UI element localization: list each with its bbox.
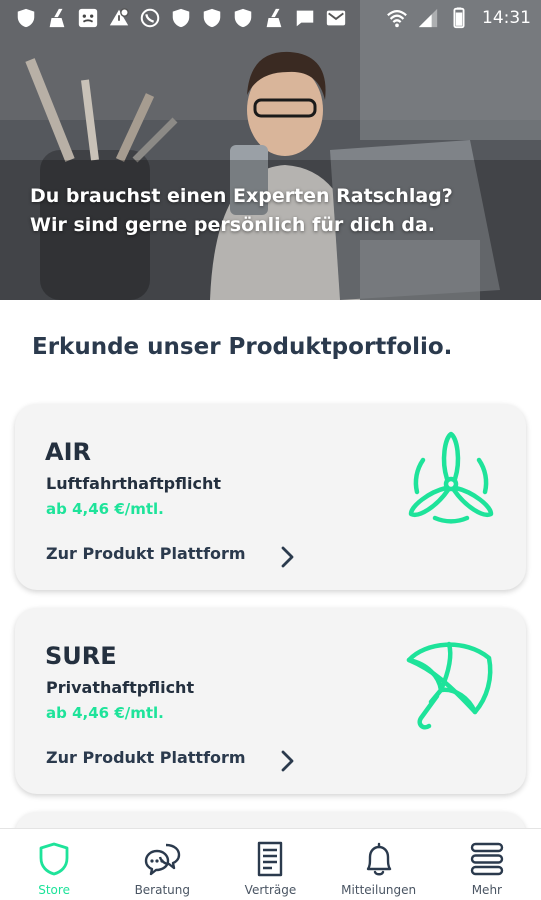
hero-line-2: Wir sind gerne persönlich für dich da. bbox=[30, 214, 436, 236]
nav-label: Verträge bbox=[244, 883, 297, 897]
chevron-right-icon[interactable] bbox=[277, 748, 297, 774]
signal-icon bbox=[416, 6, 440, 30]
bell-icon bbox=[366, 842, 391, 876]
shield-icon bbox=[14, 6, 38, 30]
mail-icon bbox=[324, 6, 348, 30]
shield-icon bbox=[200, 6, 224, 30]
nav-label: Beratung bbox=[134, 883, 190, 897]
alert-icon bbox=[107, 6, 131, 30]
hero-line-1: Du brauchst einen Experten Ratschlag? bbox=[30, 185, 453, 207]
product-platform-link[interactable]: Zur Produkt Plattform bbox=[46, 544, 246, 563]
umbrella-icon bbox=[406, 641, 493, 730]
bottom-navigation: Store Beratung Verträge Mitteilungen Meh… bbox=[0, 828, 541, 900]
nav-label: Mitteilungen bbox=[341, 883, 417, 897]
chevron-right-icon[interactable] bbox=[277, 544, 297, 570]
nav-label: Mehr bbox=[471, 883, 502, 897]
nav-store[interactable]: Store bbox=[4, 829, 104, 897]
nav-mehr[interactable]: Mehr bbox=[437, 829, 537, 897]
shield-icon bbox=[39, 842, 69, 876]
battery-icon bbox=[447, 6, 471, 30]
menu-icon bbox=[470, 842, 504, 876]
product-card-sure[interactable]: SURE Privathaftpflicht ab 4,46 €/mtl. Zu… bbox=[15, 608, 526, 794]
system-icons: 14:31 bbox=[385, 6, 531, 30]
product-name: AIR bbox=[45, 438, 91, 466]
nav-label: Store bbox=[38, 883, 70, 897]
product-card-air[interactable]: AIR Luftfahrthaftpflicht ab 4,46 €/mtl. … bbox=[15, 404, 526, 590]
product-subtitle: Luftfahrthaftpflicht bbox=[46, 474, 221, 493]
product-price: ab 4,46 €/mtl. bbox=[46, 500, 164, 518]
status-bar: 14:31 bbox=[0, 0, 541, 36]
product-platform-link[interactable]: Zur Produkt Plattform bbox=[46, 748, 246, 767]
hero-text: Du brauchst einen Experten Ratschlag? Wi… bbox=[30, 182, 520, 240]
shield-icon bbox=[231, 6, 255, 30]
propeller-icon bbox=[408, 431, 494, 524]
shield-icon bbox=[169, 6, 193, 30]
status-time: 14:31 bbox=[482, 8, 531, 28]
document-icon bbox=[258, 841, 283, 877]
whatsapp-icon bbox=[138, 6, 162, 30]
nav-vertraege[interactable]: Verträge bbox=[220, 829, 320, 897]
hero-banner[interactable]: Du brauchst einen Experten Ratschlag? Wi… bbox=[0, 0, 541, 300]
face-icon bbox=[76, 6, 100, 30]
product-price: ab 4,46 €/mtl. bbox=[46, 704, 164, 722]
notification-icons bbox=[14, 6, 348, 30]
broom-icon bbox=[45, 6, 69, 30]
nav-mitteilungen[interactable]: Mitteilungen bbox=[329, 829, 429, 897]
message-icon bbox=[293, 6, 317, 30]
hero-photo bbox=[0, 0, 541, 300]
section-title: Erkunde unser Produktportfolio. bbox=[32, 334, 453, 360]
product-name: SURE bbox=[45, 642, 117, 670]
chat-bubbles-icon bbox=[145, 843, 181, 876]
broom-icon bbox=[262, 6, 286, 30]
nav-beratung[interactable]: Beratung bbox=[112, 829, 212, 897]
wifi-icon bbox=[385, 6, 409, 30]
product-subtitle: Privathaftpflicht bbox=[46, 678, 195, 697]
